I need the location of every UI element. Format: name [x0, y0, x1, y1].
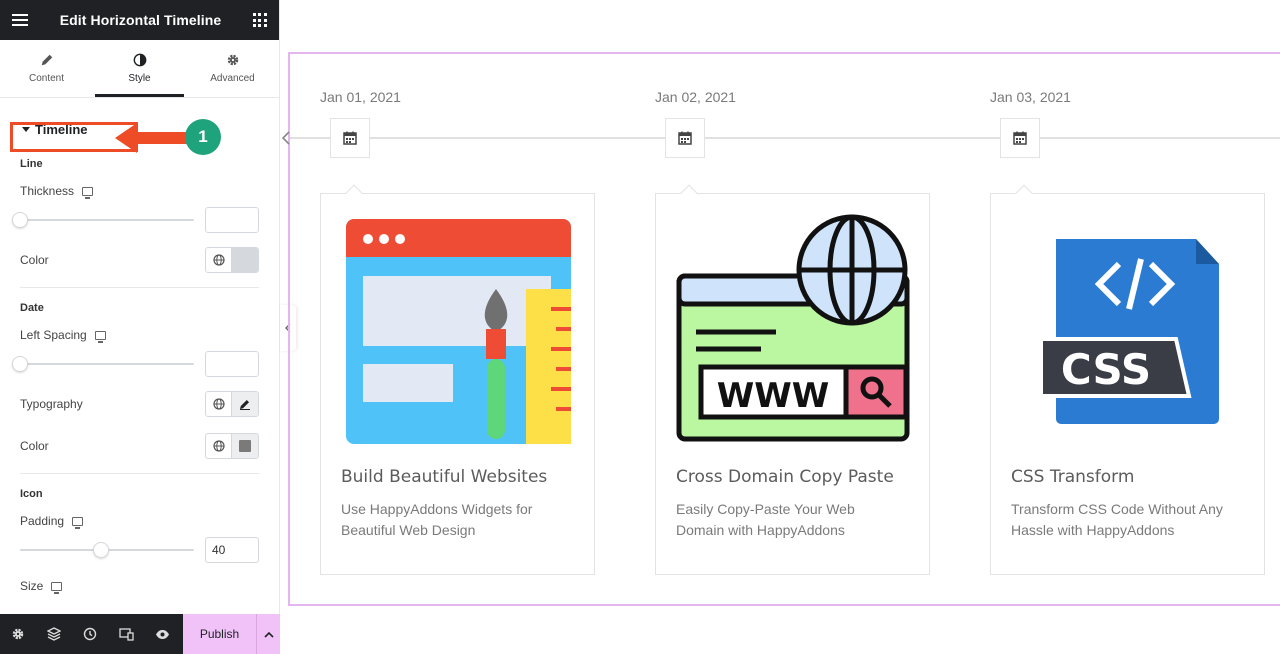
calendar-icon [665, 118, 705, 158]
date-color-label: Color [20, 439, 49, 453]
publish-button[interactable]: Publish [183, 614, 256, 654]
svg-text:WWW: WWW [717, 376, 830, 416]
left-spacing-control: Left Spacing [20, 328, 259, 343]
globe-icon[interactable] [206, 248, 232, 272]
chevron-up-icon[interactable] [256, 614, 280, 654]
thickness-control: Thickness [20, 184, 259, 199]
line-color-picker[interactable] [205, 247, 259, 273]
tab-advanced-label: Advanced [210, 73, 255, 84]
timeline-card: WWW Cross Domain Copy Paste Easily Copy-… [655, 184, 930, 575]
card-title: Cross Domain Copy Paste [676, 467, 894, 487]
typography-control: Typography [20, 391, 259, 417]
divider [20, 287, 259, 288]
callout-arrow [115, 123, 187, 153]
panel-tabs: Content Style Advanced [0, 40, 279, 98]
padding-control: Padding [20, 514, 259, 529]
padding-slider[interactable] [20, 542, 194, 558]
card-description: Use HappyAddons Widgets for Beautiful We… [341, 501, 533, 538]
history-icon[interactable] [72, 614, 108, 654]
globe-icon[interactable] [206, 392, 232, 416]
settings-gear-icon[interactable] [0, 614, 36, 654]
card-title: Build Beautiful Websites [341, 467, 548, 487]
monitor-icon[interactable] [72, 516, 84, 529]
left-spacing-input[interactable] [205, 351, 259, 377]
pencil-icon [41, 54, 52, 66]
slider-knob[interactable] [12, 356, 28, 372]
thickness-input[interactable] [205, 207, 259, 233]
timeline-date: Jan 03, 2021 [990, 89, 1071, 105]
responsive-icon[interactable] [108, 614, 144, 654]
step-badge: 1 [185, 119, 221, 155]
monitor-icon[interactable] [94, 330, 106, 343]
gear-icon [227, 54, 238, 66]
padding-input[interactable]: 40 [205, 537, 259, 563]
timeline-date: Jan 02, 2021 [655, 89, 736, 105]
tab-advanced[interactable]: Advanced [186, 40, 279, 97]
date-group-label: Date [20, 302, 44, 314]
monitor-icon[interactable] [51, 581, 63, 594]
editor-bottombar: Publish [0, 614, 280, 654]
tab-style-label: Style [128, 73, 151, 84]
left-spacing-slider[interactable] [12, 356, 194, 372]
typography-label: Typography [20, 397, 83, 411]
panel-title: Edit Horizontal Timeline [59, 12, 222, 28]
size-control: Size [20, 579, 259, 594]
typography-picker[interactable] [205, 391, 259, 417]
divider [20, 473, 259, 474]
line-group-label: Line [20, 158, 43, 170]
hamburger-menu-icon[interactable] [12, 14, 28, 26]
timeline-card: CSS CSS Transform Transform CSS Code Wit… [990, 184, 1265, 575]
calendar-icon [1000, 118, 1040, 158]
www-globe-illustration: WWW [676, 214, 910, 442]
line-color-control: Color [20, 247, 259, 273]
tab-content[interactable]: Content [0, 40, 93, 97]
padding-slider-row: 40 [20, 537, 259, 563]
size-label: Size [20, 579, 44, 593]
left-spacing-slider-row [12, 351, 259, 377]
style-panel: Timeline Line Thickness Color Date Left … [0, 98, 279, 594]
color-swatch[interactable] [232, 248, 258, 272]
slider-knob[interactable] [12, 212, 28, 228]
slider-knob[interactable] [93, 542, 109, 558]
line-color-label: Color [20, 253, 49, 267]
thickness-label: Thickness [20, 184, 75, 198]
calendar-icon [330, 118, 370, 158]
preview-eye-icon[interactable] [144, 614, 180, 654]
icon-group-label: Icon [20, 488, 43, 500]
contrast-icon [133, 53, 146, 67]
thickness-slider[interactable] [12, 212, 194, 228]
card-description: Easily Copy-Paste Your Web Domain with H… [676, 501, 855, 538]
layers-icon[interactable] [36, 614, 72, 654]
editor-topbar: Edit Horizontal Timeline [0, 0, 279, 40]
date-color-picker[interactable] [205, 433, 259, 459]
card-description: Transform CSS Code Without Any Hassle wi… [1011, 501, 1223, 538]
card-title: CSS Transform [1011, 467, 1135, 487]
editor-panel: Edit Horizontal Timeline Content Style A… [0, 0, 280, 654]
edit-pencil-icon[interactable] [232, 392, 258, 416]
left-spacing-label: Left Spacing [20, 328, 87, 342]
web-design-illustration [346, 219, 571, 444]
timeline-card: Build Beautiful Websites Use HappyAddons… [320, 184, 595, 575]
color-swatch[interactable] [232, 434, 258, 458]
tab-content-label: Content [28, 73, 65, 84]
timeline-line [290, 137, 1280, 139]
svg-text:CSS: CSS [1061, 345, 1151, 394]
css-file-illustration: CSS [1039, 239, 1219, 424]
monitor-icon[interactable] [82, 186, 94, 199]
thickness-slider-row [12, 207, 259, 233]
date-color-control: Color [20, 433, 259, 459]
timeline-date: Jan 01, 2021 [320, 89, 401, 105]
widgets-grid-icon[interactable] [252, 13, 267, 27]
tab-style[interactable]: Style [93, 40, 186, 97]
globe-icon[interactable] [206, 434, 232, 458]
padding-label: Padding [20, 514, 65, 528]
